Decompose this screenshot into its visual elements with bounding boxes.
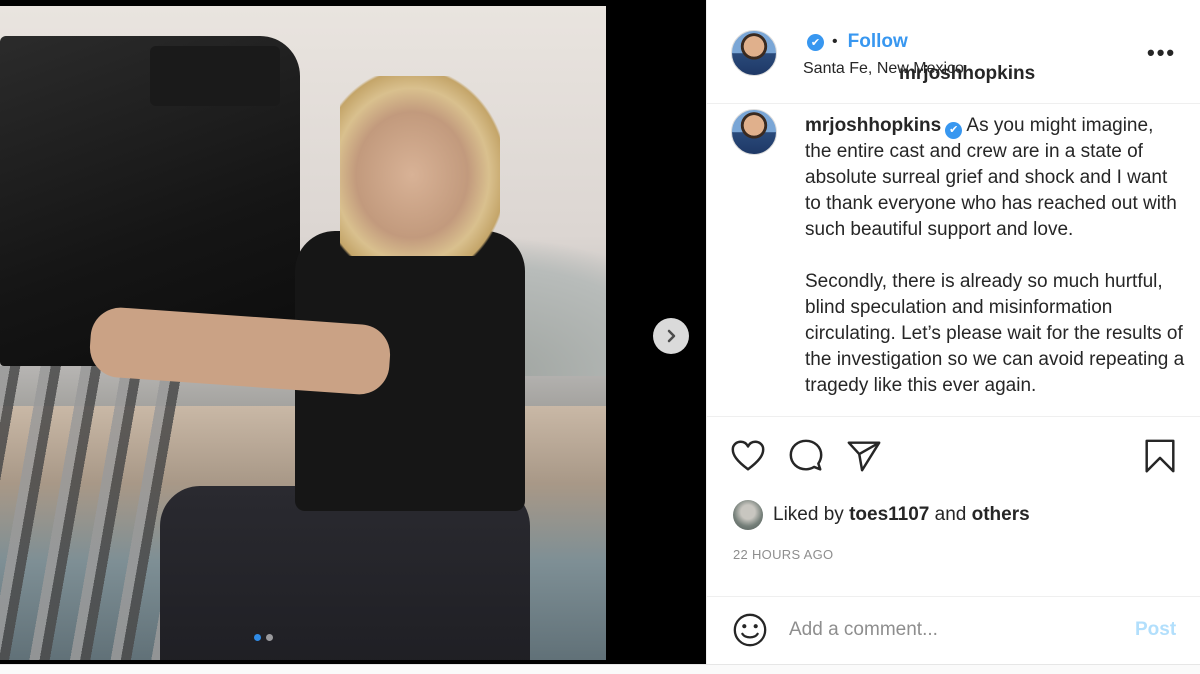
- post-header: mrjoshhopkins ✔ • Follow Santa Fe, New M…: [707, 0, 1200, 104]
- post-media[interactable]: [0, 0, 706, 664]
- separator-dot: •: [832, 33, 838, 50]
- caption-paragraph-2: Secondly, there is already so much hurtf…: [805, 271, 1185, 396]
- author-avatar[interactable]: [731, 30, 777, 76]
- save-button[interactable]: [1141, 437, 1181, 477]
- likes-summary: Liked by toes1107 and others: [733, 500, 1030, 530]
- carousel-indicator: [254, 634, 273, 641]
- heart-icon: [731, 440, 765, 471]
- post-comment-button[interactable]: Post: [1135, 619, 1176, 641]
- page-bottom-strip: [0, 664, 1200, 674]
- comment-bar: Post: [707, 596, 1200, 664]
- verified-badge-icon: ✔: [807, 33, 824, 51]
- follow-button[interactable]: Follow: [848, 31, 908, 53]
- send-icon: [847, 441, 881, 472]
- photo-camera-monitor: [150, 46, 280, 106]
- post-panel: mrjoshhopkins ✔ • Follow Santa Fe, New M…: [706, 0, 1200, 664]
- liked-by-conjunction: and: [934, 504, 967, 525]
- photo-tripod: [0, 366, 180, 660]
- action-bar: [707, 425, 1200, 485]
- caption-username[interactable]: mrjoshhopkins: [805, 115, 941, 136]
- author-row: mrjoshhopkins ✔ • Follow: [803, 31, 1035, 84]
- emoji-icon: [733, 613, 767, 647]
- caption-avatar[interactable]: [731, 109, 777, 155]
- photo-person-legs: [160, 486, 530, 660]
- comment-input[interactable]: [789, 615, 1109, 645]
- liker-avatar[interactable]: [733, 500, 763, 530]
- next-slide-button[interactable]: [653, 318, 689, 354]
- liked-by-prefix: Liked by: [773, 504, 844, 525]
- chevron-right-icon: [667, 329, 676, 343]
- post-timestamp[interactable]: 22 HOURS AGO: [733, 547, 833, 562]
- comment-icon: [789, 439, 823, 471]
- photo-person-head: [340, 76, 500, 256]
- carousel-dot-active: [254, 634, 261, 641]
- post-photo: [0, 6, 606, 660]
- liker-username[interactable]: toes1107: [849, 504, 929, 526]
- caption-paragraph-1: mrjoshhopkins ✔ As you might imagine, the…: [805, 113, 1185, 243]
- liked-by-others[interactable]: others: [972, 504, 1030, 526]
- bookmark-icon: [1145, 439, 1175, 473]
- caption-area[interactable]: mrjoshhopkins ✔ As you might imagine, the…: [707, 105, 1200, 417]
- caption-text: mrjoshhopkins ✔ As you might imagine, the…: [805, 113, 1185, 416]
- more-options-icon[interactable]: •••: [1147, 40, 1176, 66]
- share-button[interactable]: [845, 437, 885, 477]
- emoji-button[interactable]: [731, 611, 769, 649]
- post-location[interactable]: Santa Fe, New Mexico: [803, 60, 964, 78]
- like-button[interactable]: [729, 437, 769, 477]
- carousel-dot: [266, 634, 273, 641]
- verified-badge-icon: ✔: [945, 121, 963, 139]
- comment-button[interactable]: [787, 437, 827, 477]
